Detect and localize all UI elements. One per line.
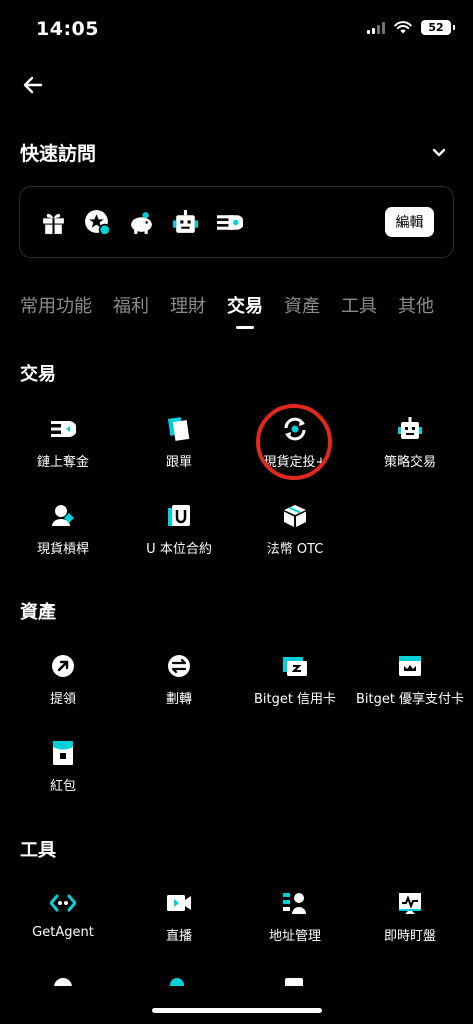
section-title-tools: 工具 [20,840,56,861]
copy-trade-icon [167,417,190,441]
next-row-peek [0,978,473,986]
star-badge-icon[interactable] [84,209,111,236]
battery-icon: 52 [421,20,455,35]
tab-other[interactable]: 其他 [398,292,434,318]
grid-label: 地址管理 [268,929,321,944]
wifi-icon [394,21,412,34]
grid-label: 提領 [49,692,76,707]
gift-icon[interactable] [40,209,67,236]
monitor-chart-icon [399,893,421,914]
tab-common[interactable]: 常用功能 [20,292,92,318]
grid-label: 現貨槓桿 [36,542,89,557]
red-packet-icon [53,741,73,765]
pay-card-icon [399,656,421,676]
robot-icon[interactable] [172,209,199,236]
grid-item-withdraw[interactable]: 提領 [4,653,122,707]
back-button[interactable] [18,70,48,100]
grid-label: 法幣 OTC [266,542,324,557]
grid-item-address[interactable]: 地址管理 [236,890,354,944]
grid-item-usdt-futures[interactable]: U 本位合約 [120,503,238,557]
quick-access-card: 編輯 [19,186,454,258]
cellular-signal-icon [367,21,385,34]
grid-label: 鏈上奪金 [36,455,89,470]
transfer-icon [168,655,190,677]
status-time: 14:05 [36,18,99,40]
grid-label: 即時盯盤 [383,929,436,944]
usdt-futures-icon [168,505,190,526]
grid-item-pay-card[interactable]: Bitget 優享支付卡 [351,653,469,707]
grid-item-credit-card[interactable]: Bitget 信用卡 [236,653,354,707]
grid-item-strategy[interactable]: 策略交易 [351,416,469,470]
withdraw-icon [52,655,74,677]
grid-item-red-packet[interactable]: 紅包 [4,740,122,794]
grid-label: U 本位合約 [146,542,212,557]
grid-label: GetAgent [32,925,94,940]
grid-label: 跟單 [165,455,192,470]
grid-item-onchain[interactable]: 鏈上奪金 [4,416,122,470]
tab-trade[interactable]: 交易 [227,292,263,329]
section-title-assets: 資產 [20,602,56,623]
grid-item-copy-trade[interactable]: 跟單 [120,416,238,470]
onchain-icon [51,421,76,437]
grid-label: Bitget 信用卡 [253,692,337,707]
getagent-icon [50,894,76,912]
category-tabs: 常用功能 福利 理財 交易 資產 工具 其他 [20,292,455,329]
grid-label: 策略交易 [383,455,436,470]
section-title-trade: 交易 [20,364,56,385]
quick-access-icons [40,209,243,236]
home-indicator[interactable] [152,1008,322,1013]
arrow-left-icon [23,76,43,94]
address-book-icon [283,893,306,914]
margin-icon [52,505,74,526]
highlight-circle [256,404,332,480]
chevron-down-icon[interactable] [429,143,449,163]
tab-finance[interactable]: 理財 [170,292,206,318]
robot-icon [398,417,422,439]
grid-item-margin[interactable]: 現貨槓桿 [4,503,122,557]
grid-item-monitor[interactable]: 即時盯盤 [351,890,469,944]
quick-access-title: 快速訪問 [20,143,97,165]
grid-label: 紅包 [49,779,76,794]
grid-label: 劃轉 [165,692,192,707]
grid-item-live[interactable]: 直播 [120,890,238,944]
status-bar: 14:05 52 [0,0,473,60]
grid-label: Bitget 優享支付卡 [355,692,465,707]
credit-card-icon [283,657,307,676]
live-stream-icon [167,895,191,911]
otc-cube-icon [284,505,306,527]
grid-item-getagent[interactable]: GetAgent [4,890,122,940]
tab-benefits[interactable]: 福利 [113,292,149,318]
grid-label: 直播 [165,929,192,944]
tab-tools[interactable]: 工具 [341,292,377,318]
grid-item-transfer[interactable]: 劃轉 [120,653,238,707]
status-icons: 52 [367,20,455,35]
piggy-bank-icon[interactable] [128,209,155,236]
grid-item-otc[interactable]: 法幣 OTC [236,503,354,557]
tab-assets[interactable]: 資產 [284,292,320,318]
edit-button[interactable]: 編輯 [385,207,434,237]
ticket-icon[interactable] [216,209,243,236]
